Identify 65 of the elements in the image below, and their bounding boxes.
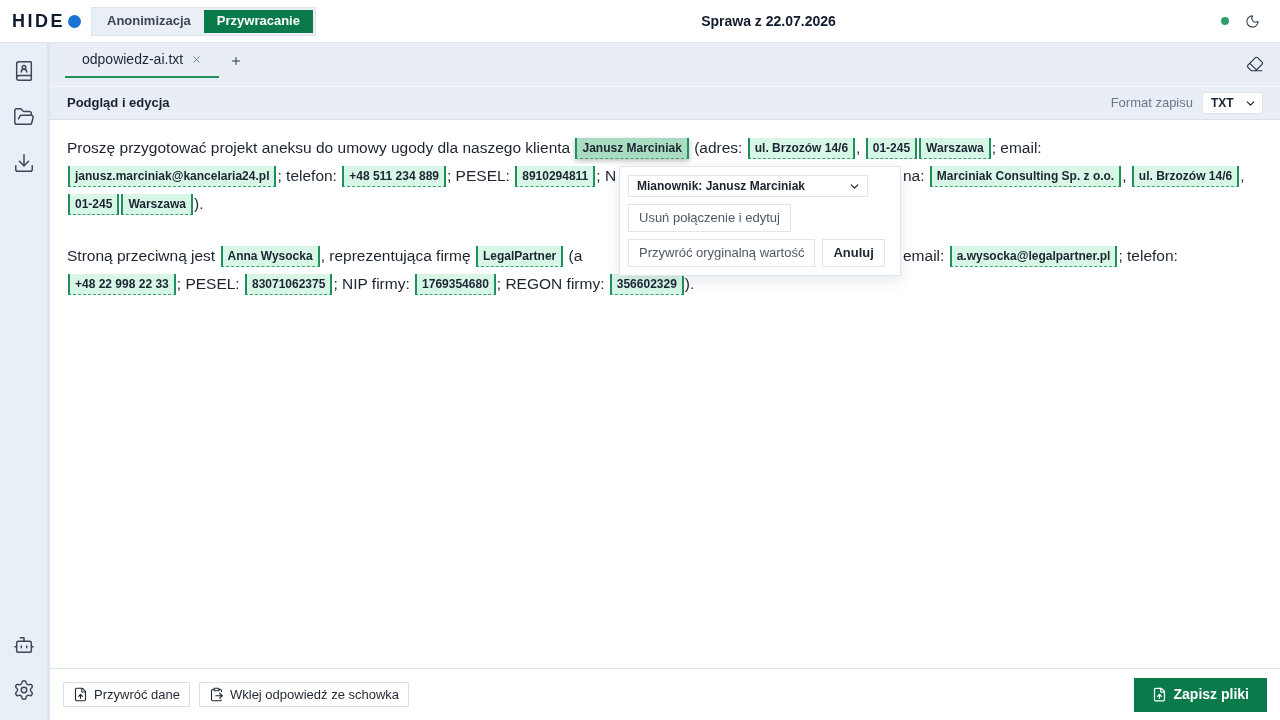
entity-tag[interactable]: ul. Brzozów 14/6 xyxy=(1131,165,1240,187)
format-select[interactable]: TXT xyxy=(1202,92,1263,114)
mode-tab[interactable]: Anonimizacja xyxy=(94,9,204,33)
moon-icon[interactable] xyxy=(1245,13,1260,29)
document-text: ). xyxy=(684,274,695,295)
entity-tag[interactable]: Janusz Marciniak xyxy=(575,137,689,159)
document-text: , xyxy=(856,138,862,159)
document-text: ; REGON firmy: xyxy=(496,274,606,295)
entity-tag[interactable]: +48 22 998 22 33 xyxy=(68,273,176,295)
entity-tag[interactable]: 01-245 xyxy=(68,193,120,215)
document-text: (adres: xyxy=(693,138,744,159)
file-arrow-up-icon xyxy=(1151,687,1167,702)
entity-tag[interactable]: ul. Brzozów 14/6 xyxy=(747,137,856,159)
logo-dot-icon xyxy=(68,14,81,28)
document-text: ; telefon: xyxy=(277,166,338,187)
document-text: email: xyxy=(903,246,946,267)
file-tab[interactable]: odpowiedz-ai.txt xyxy=(65,43,220,78)
entity-tag[interactable]: Warszawa xyxy=(121,193,193,215)
case-select[interactable]: Mianownik: Janusz Marciniak xyxy=(628,175,868,197)
popup-button[interactable]: Usuń połączenie i edytuj xyxy=(628,204,791,232)
document-text: Stroną przeciwną jest xyxy=(67,246,217,267)
document-text: , xyxy=(1240,166,1245,187)
mode-tab[interactable]: Przywracanie xyxy=(203,9,313,33)
document-text: (a xyxy=(567,246,583,267)
footer-button[interactable]: Wklej odpowiedź ze schowka xyxy=(199,682,410,707)
download-icon[interactable] xyxy=(12,152,35,174)
folder-icon[interactable] xyxy=(12,106,35,128)
document-text: ; PESEL: xyxy=(447,166,511,187)
document-text: Proszę przygotować projekt aneksu do umowy ugody dla naszego klienta xyxy=(67,138,572,159)
case-title: Sprawa z 22.07.2026 xyxy=(701,11,836,31)
save-button[interactable]: Zapisz pliki xyxy=(1133,677,1267,712)
footer-button[interactable]: Przywróć dane xyxy=(63,682,190,707)
eraser-icon[interactable] xyxy=(1246,55,1264,73)
document-text: ; N xyxy=(596,166,617,187)
document-text: ; PESEL: xyxy=(176,274,241,295)
format-label: Format zapisu xyxy=(1110,94,1193,113)
status-dot-icon xyxy=(1221,17,1229,25)
entity-tag[interactable]: Marciniak Consulting Sp. z o.o. xyxy=(929,165,1122,187)
entity-tag[interactable]: 01-245 xyxy=(865,137,918,159)
document-text: , xyxy=(1122,166,1128,187)
document-text: na: xyxy=(903,166,926,187)
entity-tag[interactable]: 8910294811 xyxy=(515,165,596,187)
close-icon[interactable] xyxy=(191,54,203,65)
entity-tag[interactable]: 1769354680 xyxy=(415,273,496,295)
settings-icon[interactable] xyxy=(12,679,35,701)
document-text: , reprezentująca firmę xyxy=(320,246,472,267)
popup-button[interactable]: Przywróć oryginalną wartość xyxy=(628,239,816,267)
section-title: Podgląd i edycja xyxy=(67,94,170,113)
robot-icon[interactable] xyxy=(12,634,35,656)
entity-tag[interactable]: +48 511 234 889 xyxy=(342,165,446,187)
entity-tag[interactable]: 83071062375 xyxy=(244,273,333,295)
entity-tag[interactable]: Anna Wysocka xyxy=(220,245,320,267)
document-text: ; telefon: xyxy=(1118,246,1178,267)
file-arrow-up-icon xyxy=(73,687,88,702)
document-text: ). xyxy=(193,194,204,215)
plus-icon[interactable] xyxy=(230,55,243,67)
entity-tag[interactable]: janusz.marciniak@kancelaria24.pl xyxy=(68,165,277,187)
clipboard-icon xyxy=(209,687,224,702)
logo-text: HIDE xyxy=(12,9,65,33)
popup-button[interactable]: Anuluj xyxy=(822,239,885,267)
entity-tag[interactable]: a.wysocka@legalpartner.pl xyxy=(949,245,1118,267)
entity-tag[interactable]: LegalPartner xyxy=(475,245,564,267)
document-text: ; email: xyxy=(991,138,1042,159)
entity-tag[interactable]: Warszawa xyxy=(919,137,991,159)
document-text: ; NIP firmy: xyxy=(333,274,411,295)
